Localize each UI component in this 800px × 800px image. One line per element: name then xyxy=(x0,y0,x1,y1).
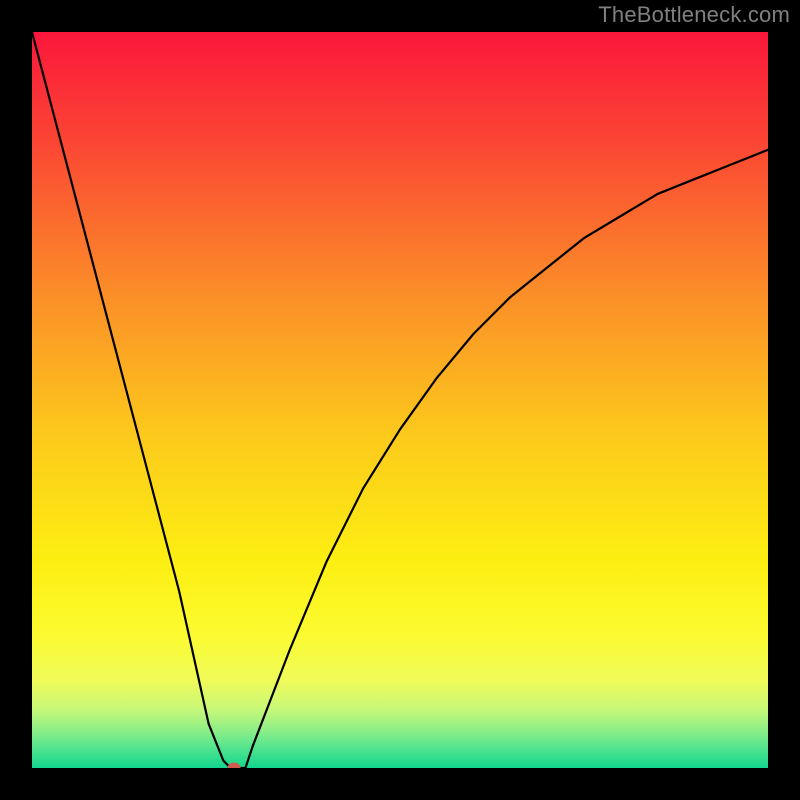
minimum-marker-icon xyxy=(228,763,241,769)
chart-canvas: TheBottleneck.com xyxy=(0,0,800,800)
bottleneck-curve xyxy=(32,32,768,768)
watermark-text: TheBottleneck.com xyxy=(598,2,790,28)
plot-area xyxy=(32,32,768,768)
